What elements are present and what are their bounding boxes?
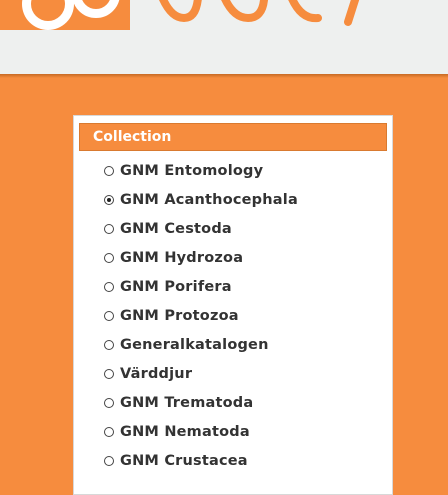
option-label: GNM Cestoda [120, 220, 232, 237]
option-label: GNM Protozoa [120, 307, 239, 324]
site-header [0, 0, 448, 74]
radio-button[interactable] [104, 223, 114, 234]
collection-option[interactable]: GNM Cestoda [104, 214, 298, 243]
radio-button[interactable] [104, 426, 114, 437]
option-label: GNM Crustacea [120, 452, 248, 469]
collection-option[interactable]: Generalkatalogen [104, 330, 298, 359]
collection-option[interactable]: GNM Entomology [104, 156, 298, 185]
collection-title: Collection [79, 123, 387, 151]
collection-option[interactable]: GNM Hydrozoa [104, 243, 298, 272]
collection-option[interactable]: Värddjur [104, 359, 298, 388]
radio-button[interactable] [104, 194, 114, 205]
logo-mark-right [72, 0, 120, 18]
collection-panel: Collection GNM Entomology GNM Acanthoceph… [73, 115, 393, 495]
logo-wordmark [159, 0, 360, 26]
collection-option[interactable]: GNM Protozoa [104, 301, 298, 330]
radio-button[interactable] [104, 455, 114, 466]
logo[interactable] [0, 0, 130, 30]
collection-option[interactable]: GNM Nematoda [104, 417, 298, 446]
header-shadow [0, 74, 448, 78]
radio-button[interactable] [104, 397, 114, 408]
radio-button[interactable] [104, 252, 114, 263]
collection-options: GNM Entomology GNM Acanthocephala GNM Cest… [104, 156, 298, 475]
option-label: GNM Entomology [120, 162, 264, 179]
collection-option[interactable]: GNM Trematoda [104, 388, 298, 417]
option-label: GNM Trematoda [120, 394, 254, 411]
radio-button[interactable] [104, 339, 114, 350]
option-label: GNM Porifera [120, 278, 232, 295]
collection-option[interactable]: GNM Crustacea [104, 446, 298, 475]
radio-button[interactable] [104, 368, 114, 379]
collection-option[interactable]: GNM Porifera [104, 272, 298, 301]
option-label: Värddjur [120, 365, 193, 382]
logo-mark-left [22, 0, 74, 30]
radio-button[interactable] [104, 281, 114, 292]
radio-button[interactable] [104, 310, 114, 321]
option-label: GNM Acanthocephala [120, 191, 298, 208]
option-label: GNM Nematoda [120, 423, 250, 440]
option-label: Generalkatalogen [120, 336, 269, 353]
collection-option[interactable]: GNM Acanthocephala [104, 185, 298, 214]
option-label: GNM Hydrozoa [120, 249, 244, 266]
radio-button[interactable] [104, 165, 114, 176]
